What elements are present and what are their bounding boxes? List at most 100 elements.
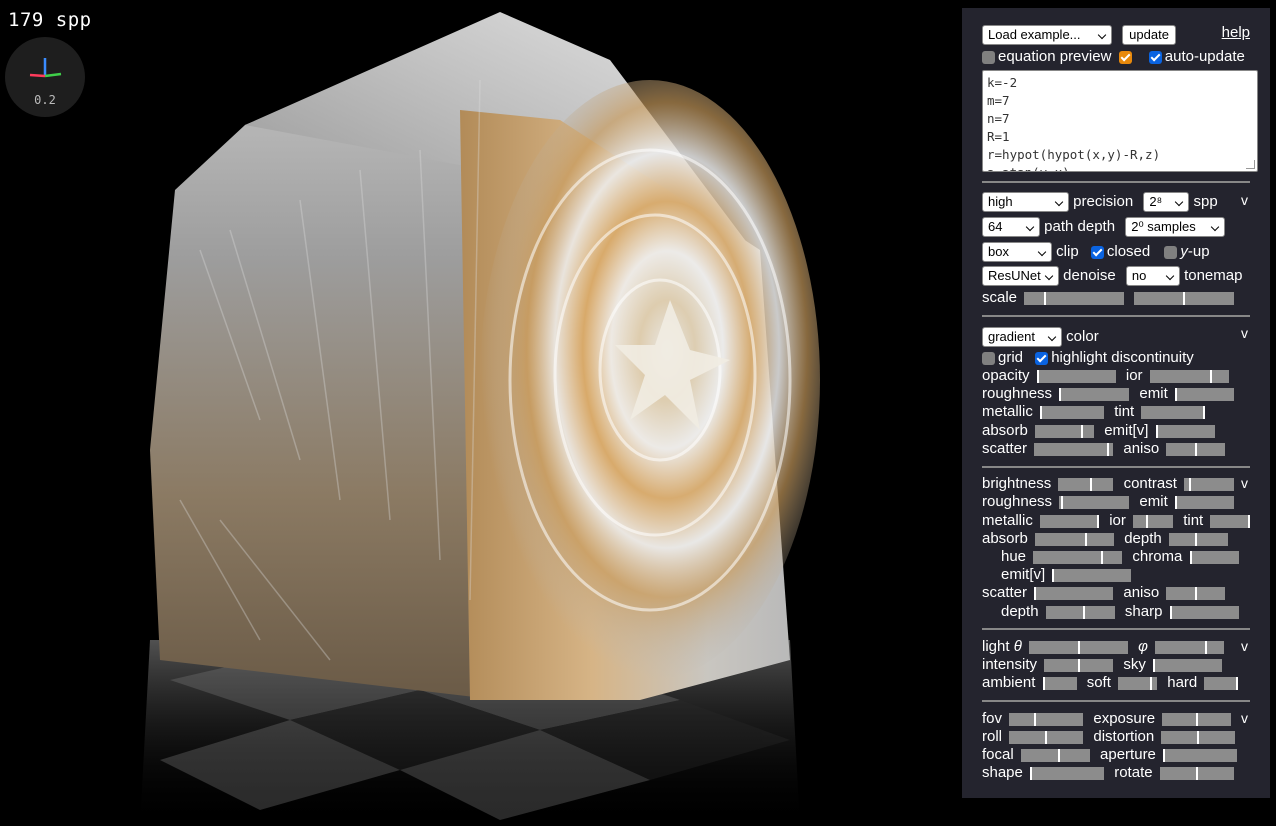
slider-thumb[interactable] (1052, 568, 1055, 582)
tonemap-select[interactable]: no (1125, 266, 1180, 286)
slider-thumb[interactable] (1248, 514, 1251, 528)
slider-thumb[interactable] (1085, 532, 1088, 546)
sharp-slider[interactable] (1169, 605, 1239, 619)
camera-collapse-toggle[interactable]: v (1241, 710, 1248, 726)
floor-tint-slider[interactable] (1210, 514, 1251, 528)
floor-emit-v-slider[interactable] (1052, 568, 1132, 582)
precision-select[interactable]: high (982, 192, 1069, 212)
rotate-slider[interactable] (1159, 766, 1234, 780)
exposure-slider[interactable] (1162, 712, 1232, 726)
slider-thumb[interactable] (1042, 676, 1045, 690)
slider-thumb[interactable] (1034, 712, 1037, 726)
chroma-slider[interactable] (1189, 550, 1239, 564)
slider-thumb[interactable] (1189, 550, 1192, 564)
slider-thumb[interactable] (1043, 291, 1046, 305)
resize-grip-icon[interactable] (1246, 160, 1255, 169)
equation-preview-toggle[interactable] (1118, 50, 1132, 64)
metallic-slider[interactable] (1040, 405, 1105, 419)
floor-aniso-slider[interactable] (1166, 586, 1226, 600)
scatter-slider[interactable] (1034, 442, 1114, 456)
slider-thumb[interactable] (1030, 766, 1033, 780)
slider-thumb[interactable] (1195, 712, 1198, 726)
closed-checkbox[interactable] (1090, 245, 1104, 259)
slider-thumb[interactable] (1149, 676, 1152, 690)
fov-slider[interactable] (1009, 712, 1084, 726)
slider-thumb[interactable] (1059, 387, 1062, 401)
distortion-slider[interactable] (1161, 730, 1236, 744)
ior-slider[interactable] (1149, 369, 1229, 383)
light-collapse-toggle[interactable]: v (1241, 638, 1248, 654)
render-viewport[interactable]: 179 spp 0.2 (0, 0, 960, 826)
soft-slider[interactable] (1118, 676, 1158, 690)
sky-slider[interactable] (1153, 658, 1223, 672)
tint-slider[interactable] (1141, 405, 1206, 419)
slider-thumb[interactable] (1034, 586, 1037, 600)
slider-thumb[interactable] (1194, 586, 1197, 600)
axis-gizmo[interactable]: 0.2 (5, 37, 85, 117)
spp-select[interactable]: 2⁸ (1143, 192, 1190, 212)
slider-thumb[interactable] (1097, 514, 1100, 528)
slider-thumb[interactable] (1197, 730, 1200, 744)
contrast-slider[interactable] (1184, 477, 1235, 491)
aniso-slider[interactable] (1166, 442, 1226, 456)
light-theta-slider[interactable] (1029, 640, 1128, 654)
equation-preview-checkbox[interactable] (982, 50, 995, 64)
slider-thumb[interactable] (1057, 748, 1060, 762)
y-up-checkbox[interactable] (1164, 245, 1178, 259)
intensity-slider[interactable] (1044, 658, 1114, 672)
floor-scatter-slider[interactable] (1034, 586, 1114, 600)
path-depth-select[interactable]: 64 (982, 217, 1040, 237)
material-collapse-toggle[interactable]: v (1241, 325, 1248, 341)
slider-thumb[interactable] (1107, 442, 1110, 456)
roll-slider[interactable] (1009, 730, 1084, 744)
slider-thumb[interactable] (1195, 766, 1198, 780)
slider-thumb[interactable] (1155, 424, 1158, 438)
clip-select[interactable]: box (982, 242, 1052, 262)
slider-thumb[interactable] (1061, 495, 1064, 509)
equation-editor[interactable]: k=-2 m=7 n=7 R=1 r=hypot(hypot(x,y)-R,z)… (982, 70, 1258, 172)
floor-roughness-slider[interactable] (1059, 495, 1130, 509)
slider-thumb[interactable] (1036, 369, 1039, 383)
slider-thumb[interactable] (1194, 532, 1197, 546)
slider-thumb[interactable] (1045, 730, 1048, 744)
shape-slider[interactable] (1030, 766, 1105, 780)
floor-emit-slider[interactable] (1174, 495, 1234, 509)
emit-slider[interactable] (1174, 387, 1234, 401)
floor-absorb-slider[interactable] (1035, 532, 1115, 546)
hue-slider[interactable] (1033, 550, 1123, 564)
slider-thumb[interactable] (1183, 291, 1186, 305)
ambient-slider[interactable] (1042, 676, 1077, 690)
rendered-surface-image[interactable] (0, 0, 960, 826)
slider-thumb[interactable] (1209, 369, 1212, 383)
slider-thumb[interactable] (1205, 640, 1208, 654)
slider-thumb[interactable] (1077, 640, 1080, 654)
update-button[interactable]: update (1122, 25, 1176, 45)
slider-thumb[interactable] (1236, 676, 1239, 690)
slider-thumb[interactable] (1080, 424, 1083, 438)
slider-thumb[interactable] (1101, 550, 1104, 564)
brightness-slider[interactable] (1058, 477, 1114, 491)
opacity-slider[interactable] (1036, 369, 1116, 383)
slider-thumb[interactable] (1194, 442, 1197, 456)
slider-thumb[interactable] (1203, 405, 1206, 419)
color-mode-select[interactable]: gradient (982, 327, 1062, 347)
highlight-discontinuity-checkbox[interactable] (1035, 351, 1049, 365)
render-collapse-toggle[interactable]: v (1241, 192, 1248, 208)
slider-thumb[interactable] (1163, 748, 1166, 762)
floor-collapse-toggle[interactable]: v (1241, 475, 1248, 491)
slider-thumb[interactable] (1082, 605, 1085, 619)
example-select[interactable]: Load example... (982, 25, 1112, 45)
floor-metallic-slider[interactable] (1040, 514, 1100, 528)
aperture-slider[interactable] (1163, 748, 1238, 762)
slider-thumb[interactable] (1174, 495, 1177, 509)
slider-thumb[interactable] (1169, 605, 1172, 619)
denoise-select[interactable]: ResUNet (982, 266, 1059, 286)
scale-offset-slider[interactable] (1134, 291, 1235, 305)
floor-ior-slider[interactable] (1133, 514, 1174, 528)
slider-thumb[interactable] (1174, 387, 1177, 401)
focal-slider[interactable] (1020, 748, 1090, 762)
slider-thumb[interactable] (1077, 658, 1080, 672)
slider-thumb[interactable] (1188, 477, 1191, 491)
floor-depth2-slider[interactable] (1045, 605, 1115, 619)
grid-checkbox[interactable] (982, 351, 995, 365)
